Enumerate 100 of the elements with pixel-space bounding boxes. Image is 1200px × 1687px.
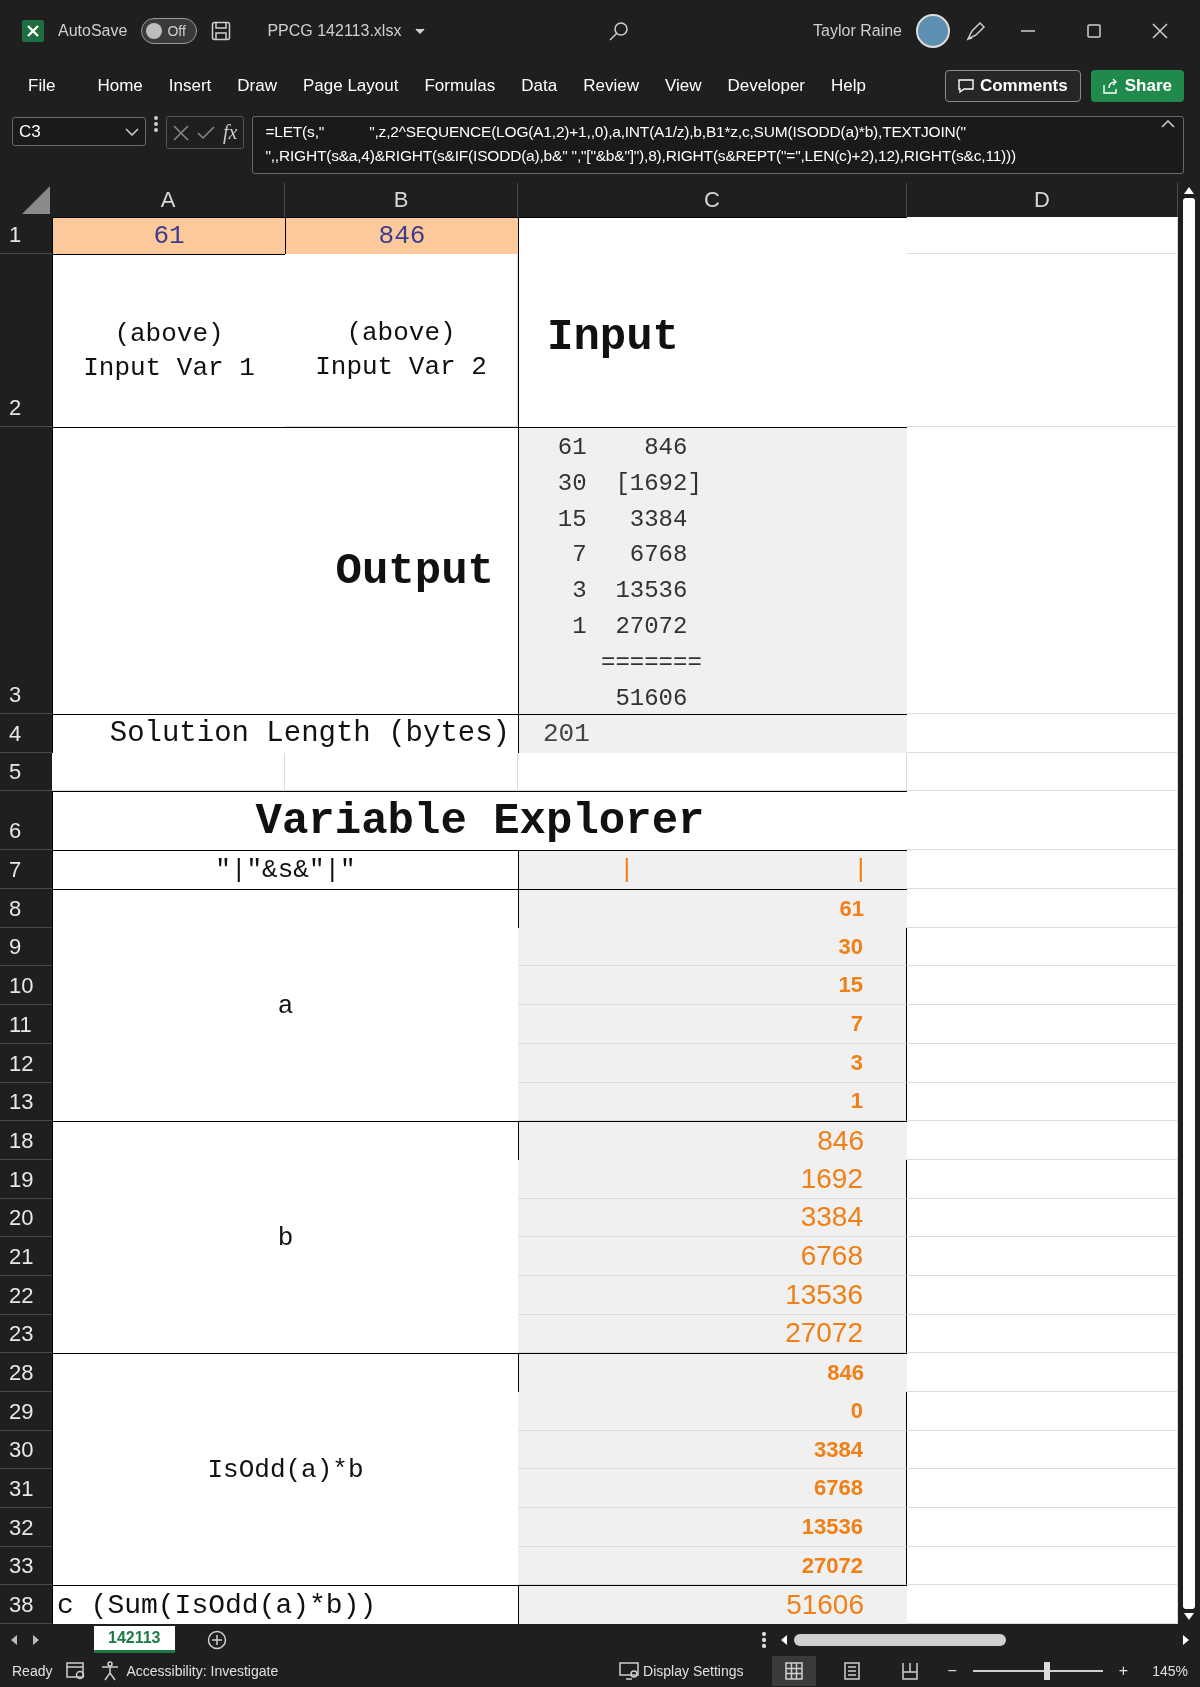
menu-item[interactable]: Page Layout	[289, 66, 412, 106]
row-header[interactable]: 3	[0, 427, 52, 714]
chevron-up-icon[interactable]	[1161, 120, 1175, 128]
search-icon[interactable]	[608, 20, 631, 42]
scroll-right-icon[interactable]	[1182, 1634, 1190, 1645]
table-cell: 7	[518, 1005, 907, 1044]
comment-icon	[957, 79, 974, 93]
zoom-in-button[interactable]: +	[1116, 1662, 1131, 1680]
scrollbar-thumb[interactable]	[794, 1633, 1006, 1646]
row-header[interactable]: 23	[0, 1314, 52, 1354]
menu-item[interactable]: Data	[508, 66, 571, 106]
view-button[interactable]	[771, 1656, 816, 1686]
zoom-level[interactable]: 145%	[1152, 1663, 1188, 1679]
column-header[interactable]: B	[285, 183, 518, 217]
pen-icon[interactable]	[964, 19, 988, 43]
scroll-right-icon[interactable]	[32, 1634, 40, 1645]
scroll-left-icon[interactable]	[780, 1634, 788, 1645]
scrollbar-thumb[interactable]	[1183, 198, 1195, 1609]
scroll-left-icon[interactable]	[10, 1634, 18, 1645]
row-header[interactable]: 13	[0, 1082, 52, 1122]
scroll-down-icon[interactable]	[1184, 1613, 1194, 1620]
column-header[interactable]: A	[52, 183, 285, 217]
select-all-icon[interactable]	[22, 186, 50, 214]
table-cell: 30	[518, 927, 907, 967]
menu-item[interactable]: Formulas	[411, 66, 509, 106]
formula-field[interactable]: =LET(s," ",z,2^SEQUENCE(LOG(A1,2)+1,,0),a,INT(A1/z),b,B1*z,c,SUM(ISODD(a)*b),TEXTJOIN(" ",,RIGHT(s&a,4)&RIGHT(s&IF(ISODD(a),b&" ","["&b&"]"),8),RIGHT(s&REPT("=",LEN(c)+2),12),RIGHT(s&c,11)))	[252, 116, 1184, 174]
menu-item[interactable]: View	[651, 66, 715, 106]
row-header[interactable]: 30	[0, 1430, 52, 1470]
menu-item[interactable]: Draw	[224, 66, 290, 106]
cancel-icon[interactable]	[173, 124, 189, 141]
column-header[interactable]: C	[518, 183, 907, 217]
row-header[interactable]: 31	[0, 1469, 52, 1509]
more-icon[interactable]	[762, 1631, 766, 1648]
add-sheet-icon[interactable]	[206, 1629, 227, 1650]
comments-button[interactable]: Comments	[944, 70, 1081, 102]
row-header[interactable]: 29	[0, 1392, 52, 1431]
menu-item[interactable]: File	[28, 66, 69, 106]
chevron-down-icon	[125, 127, 139, 136]
row-header[interactable]: 6	[0, 791, 52, 851]
display-settings-icon[interactable]	[619, 1662, 640, 1680]
column-header[interactable]: D	[907, 183, 1178, 217]
cell-text: Input Var 1	[83, 353, 255, 383]
zoom-out-button[interactable]: −	[945, 1662, 959, 1680]
user-name[interactable]: Taylor Raine	[813, 22, 902, 40]
grid-view-icon	[784, 1662, 803, 1680]
file-name[interactable]: PPCG 142113.xlsx	[267, 22, 402, 40]
spreadsheet-logo-icon[interactable]	[22, 20, 44, 42]
row-header[interactable]: 19	[0, 1159, 52, 1199]
table-cell: 61	[52, 217, 286, 255]
row-header[interactable]: 4	[0, 714, 52, 753]
menu-item[interactable]: Help	[818, 66, 879, 106]
output-line: 15 3384	[556, 504, 689, 535]
menu-item[interactable]: Insert	[155, 66, 225, 106]
check-icon[interactable]	[197, 125, 215, 140]
row-header[interactable]: 1	[0, 217, 52, 254]
autosave-label: AutoSave	[58, 22, 128, 40]
macro-record-icon[interactable]	[66, 1662, 87, 1680]
avatar[interactable]	[916, 14, 950, 48]
save-icon[interactable]	[211, 21, 232, 41]
cell-text: Input Var 2	[315, 352, 487, 382]
row-header[interactable]: 9	[0, 927, 52, 967]
table-cell: | |	[518, 850, 908, 891]
row-header[interactable]: 33	[0, 1546, 52, 1586]
share-button[interactable]: Share	[1090, 70, 1184, 102]
row-header[interactable]: 7	[0, 850, 52, 890]
more-icon[interactable]	[154, 116, 158, 132]
table-cell: 51606	[518, 1585, 908, 1626]
row-header[interactable]: 10	[0, 966, 52, 1006]
menu-item[interactable]: Review	[570, 66, 652, 106]
table-cell: 6768	[518, 1469, 907, 1509]
row-header[interactable]: 18	[0, 1121, 52, 1160]
menu-item[interactable]: Home	[84, 66, 156, 106]
row-header[interactable]: 28	[0, 1353, 52, 1392]
autosave-toggle[interactable]: Off	[141, 18, 198, 44]
accessibility-icon[interactable]	[100, 1661, 121, 1681]
row-header[interactable]: 22	[0, 1275, 52, 1315]
row-header[interactable]: 5	[0, 752, 52, 792]
table-cell: 6768	[518, 1237, 907, 1276]
table-cell: 846	[518, 1353, 908, 1393]
table-cell: 15	[518, 966, 907, 1006]
row-header[interactable]: 21	[0, 1237, 52, 1276]
row-header[interactable]: 32	[0, 1508, 52, 1547]
row-header[interactable]: 12	[0, 1043, 52, 1083]
menu-item[interactable]: Developer	[714, 66, 818, 106]
accessibility-status[interactable]: Accessibility: Investigate	[126, 1663, 279, 1679]
row-header[interactable]: 11	[0, 1005, 52, 1044]
name-box[interactable]: C3	[12, 117, 146, 146]
table-cell: 13536	[518, 1508, 907, 1547]
row-header[interactable]: 8	[0, 889, 52, 928]
table-cell: 1692	[518, 1159, 907, 1199]
row-header[interactable]: 2	[0, 254, 52, 427]
row-header[interactable]: 20	[0, 1198, 52, 1238]
insert-function-button[interactable]: fx	[223, 121, 238, 144]
sheet-tab[interactable]: 142113	[94, 1626, 175, 1653]
display-settings-button[interactable]: Display Settings	[643, 1663, 744, 1679]
table-cell: 201	[518, 714, 908, 754]
maximize-icon	[1087, 24, 1101, 38]
row-header[interactable]: 38	[0, 1585, 52, 1625]
scroll-up-icon[interactable]	[1184, 187, 1194, 194]
caret-down-icon	[415, 28, 426, 34]
